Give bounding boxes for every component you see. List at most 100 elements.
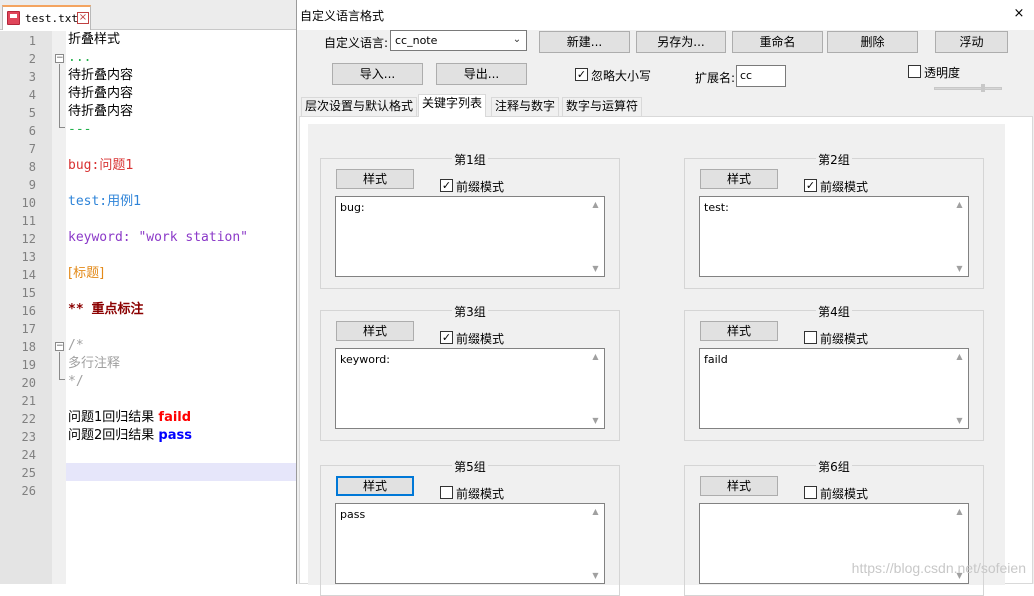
prefix-mode-label: 前缀模式 xyxy=(456,487,505,501)
keyword-text: faild xyxy=(704,353,728,366)
fold-toggle-icon[interactable]: − xyxy=(55,54,64,63)
rename-button[interactable]: 重命名 xyxy=(732,31,823,53)
prefix-mode-checkbox[interactable] xyxy=(440,486,453,499)
keyword-textarea[interactable]: bug: ▲ ▼ xyxy=(335,196,605,277)
line-number: 21 xyxy=(21,394,36,408)
keyword-groups-area: 第1组 样式 ✓ 前缀模式 bug: ▲ ▼ 第2组 样式 ✓ 前缀模式 tes… xyxy=(308,124,1005,596)
extension-label: 扩展名: xyxy=(695,71,736,85)
style-button[interactable]: 样式 xyxy=(700,476,778,496)
keyword-textarea[interactable]: keyword: ▲ ▼ xyxy=(335,348,605,429)
export-button[interactable]: 导出... xyxy=(436,63,527,85)
tab-comment-number[interactable]: 注释与数字 xyxy=(491,97,560,116)
code-line: 待折叠内容 xyxy=(68,104,134,119)
line-number: 24 xyxy=(21,448,36,462)
language-label: 自定义语言: xyxy=(324,36,389,50)
prefix-mode-checkbox[interactable] xyxy=(804,331,817,344)
delete-button[interactable]: 删除 xyxy=(827,31,918,53)
keyword-text: test: xyxy=(704,201,729,214)
line-number: 1 xyxy=(28,34,36,48)
code-line: 待折叠内容 xyxy=(68,68,134,83)
style-button[interactable]: 样式 xyxy=(336,169,414,189)
line-number: 2 xyxy=(28,52,36,66)
watermark-text: https://blog.csdn.net/sofeien xyxy=(851,560,1026,576)
line-number: 18 xyxy=(21,340,36,354)
result-label: 问题1回归结果 xyxy=(68,410,155,425)
scrollbar[interactable]: ▲ ▼ xyxy=(588,349,604,428)
scroll-down-icon[interactable]: ▼ xyxy=(955,264,964,273)
style-button[interactable]: 样式 xyxy=(700,169,778,189)
result-pass: pass xyxy=(158,428,192,443)
tab-keyword-lists[interactable]: 关键字列表 xyxy=(418,94,487,117)
scroll-up-icon[interactable]: ▲ xyxy=(591,352,600,361)
scroll-up-icon[interactable]: ▲ xyxy=(955,507,964,516)
new-button[interactable]: 新建... xyxy=(539,31,630,53)
tab-filename: test.txt xyxy=(25,12,78,25)
scroll-down-icon[interactable]: ▼ xyxy=(591,571,600,580)
fold-toggle-icon[interactable]: − xyxy=(55,342,64,351)
line-number: 16 xyxy=(21,304,36,318)
fold-margin: − − xyxy=(52,31,66,584)
code-line: */ xyxy=(68,374,84,389)
close-icon[interactable]: × xyxy=(1013,7,1025,20)
prefix-mode-checkbox[interactable] xyxy=(804,486,817,499)
keyword-value: 用例1 xyxy=(107,194,142,209)
text-editor[interactable]: − − 1 2 3 4 5 6 7 8 9 10 11 12 13 14 15 … xyxy=(0,31,296,584)
slider-thumb[interactable] xyxy=(981,84,985,92)
close-icon[interactable]: × xyxy=(77,12,89,24)
group-title: 第1组 xyxy=(452,153,488,167)
code-line: [标题] xyxy=(68,266,105,281)
keyword-group-6: 第6组 样式 前缀模式 ▲ ▼ xyxy=(684,460,984,596)
group-title: 第3组 xyxy=(452,305,488,319)
prefix-mode-label: 前缀模式 xyxy=(456,332,505,346)
keyword-token: bug: xyxy=(68,158,100,173)
keyword-token: test: xyxy=(68,194,108,209)
language-select[interactable]: cc_note ⌄ xyxy=(390,30,527,51)
prefix-mode-checkbox[interactable]: ✓ xyxy=(440,331,453,344)
scrollbar[interactable]: ▲ ▼ xyxy=(952,197,968,276)
import-button[interactable]: 导入... xyxy=(332,63,423,85)
current-line-highlight xyxy=(66,463,296,481)
tab-operators-delimiters[interactable]: 数字与运算符 xyxy=(562,97,643,116)
line-number: 5 xyxy=(28,106,36,120)
scroll-up-icon[interactable]: ▲ xyxy=(591,200,600,209)
group-title: 第6组 xyxy=(816,460,852,474)
scroll-down-icon[interactable]: ▼ xyxy=(955,416,964,425)
scrollbar[interactable]: ▲ ▼ xyxy=(952,349,968,428)
save-as-button[interactable]: 另存为... xyxy=(636,31,726,53)
scrollbar[interactable]: ▲ ▼ xyxy=(588,504,604,583)
prefix-mode-checkbox[interactable]: ✓ xyxy=(440,179,453,192)
float-button[interactable]: 浮动 xyxy=(935,31,1008,53)
prefix-mode-checkbox[interactable]: ✓ xyxy=(804,179,817,192)
keyword-value: 问题1 xyxy=(99,158,134,173)
keyword-textarea[interactable]: faild ▲ ▼ xyxy=(699,348,969,429)
scroll-up-icon[interactable]: ▲ xyxy=(955,352,964,361)
keyword-lists-panel: 第1组 样式 ✓ 前缀模式 bug: ▲ ▼ 第2组 样式 ✓ 前缀模式 tes… xyxy=(299,116,1033,596)
style-button[interactable]: 样式 xyxy=(700,321,778,341)
language-select-value: cc_note xyxy=(395,34,438,47)
tab-folding-default[interactable]: 层次设置与默认格式 xyxy=(301,97,418,116)
keyword-group-4: 第4组 样式 前缀模式 faild ▲ ▼ xyxy=(684,305,984,441)
scroll-up-icon[interactable]: ▲ xyxy=(955,200,964,209)
line-number: 15 xyxy=(21,286,36,300)
keyword-textarea[interactable]: test: ▲ ▼ xyxy=(699,196,969,277)
keyword-text: keyword: xyxy=(340,353,390,366)
line-number: 6 xyxy=(28,124,36,138)
code-line: 问题2回归结果 pass xyxy=(68,427,192,445)
transparency-checkbox[interactable] xyxy=(908,65,921,78)
style-button[interactable]: 样式 xyxy=(336,321,414,341)
style-button[interactable]: 样式 xyxy=(336,476,414,496)
fold-line xyxy=(59,64,60,127)
code-line: 待折叠内容 xyxy=(68,86,134,101)
scrollbar[interactable]: ▲ ▼ xyxy=(588,197,604,276)
editor-tab-test-txt[interactable]: test.txt × xyxy=(2,5,91,30)
ignore-case-checkbox[interactable]: ✓ xyxy=(575,68,588,81)
line-number: 8 xyxy=(28,160,36,174)
transparency-slider[interactable] xyxy=(934,87,1002,90)
group-title: 第5组 xyxy=(452,460,488,474)
scroll-up-icon[interactable]: ▲ xyxy=(591,507,600,516)
keyword-textarea[interactable]: pass ▲ ▼ xyxy=(335,503,605,584)
extension-input[interactable]: cc xyxy=(736,65,786,87)
keyword-group-5: 第5组 样式 前缀模式 pass ▲ ▼ xyxy=(320,460,620,596)
scroll-down-icon[interactable]: ▼ xyxy=(591,264,600,273)
scroll-down-icon[interactable]: ▼ xyxy=(591,416,600,425)
